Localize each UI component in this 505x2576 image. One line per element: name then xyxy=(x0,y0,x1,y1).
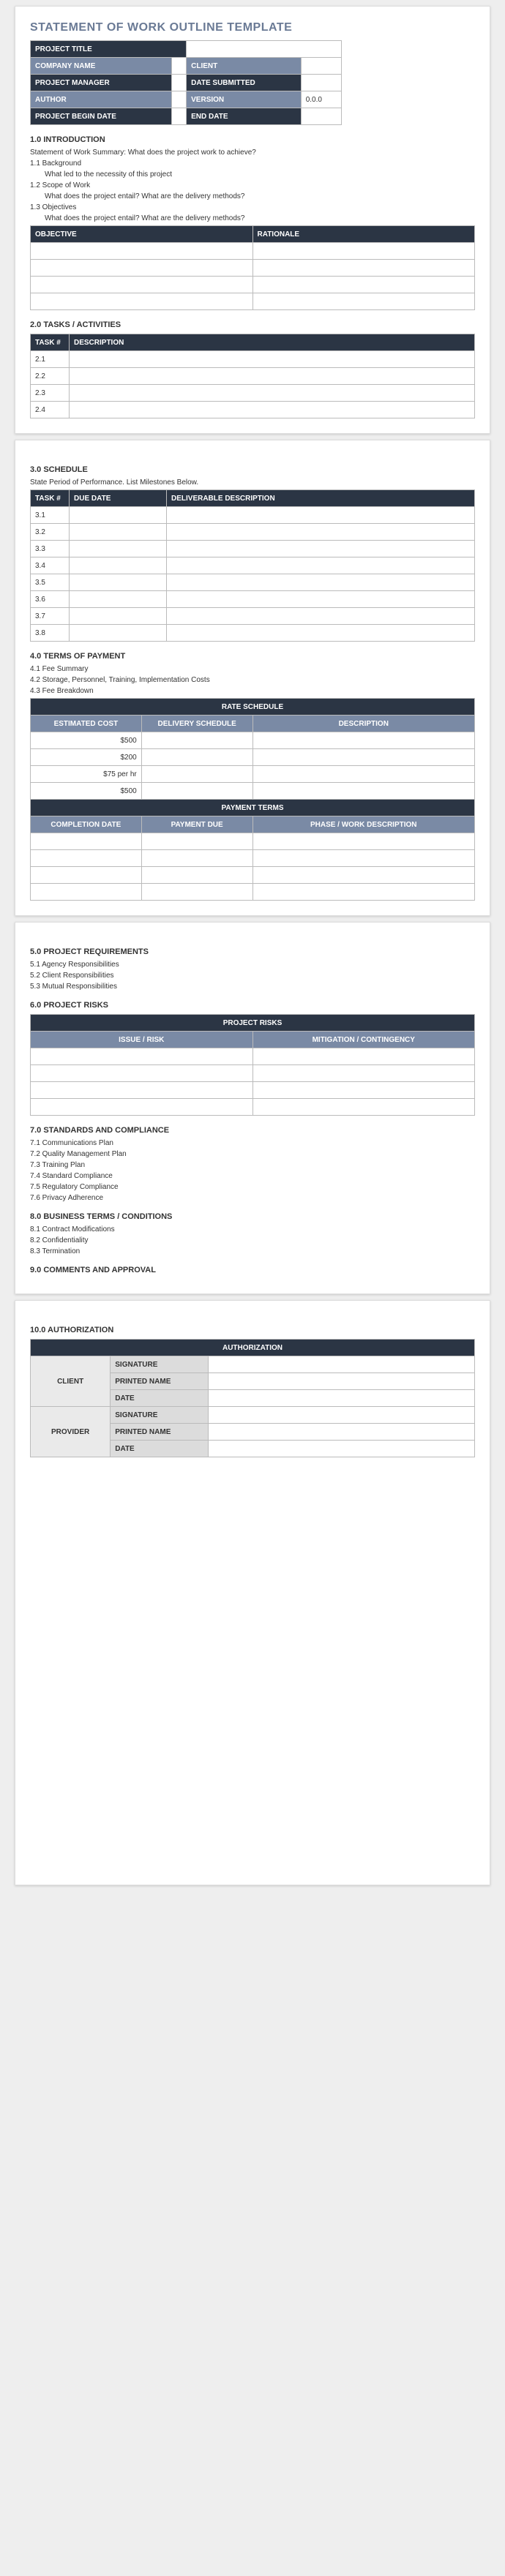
table-row: 3.3 xyxy=(31,541,70,557)
auth-sig-label: SIGNATURE xyxy=(111,1356,209,1373)
s4-3: 4.3 Fee Breakdown xyxy=(30,687,475,695)
task-num-header: TASK # xyxy=(31,334,70,351)
s5-1: 5.1 Agency Responsibilities xyxy=(30,961,475,969)
auth-pn-label-2: PRINTED NAME xyxy=(111,1424,209,1441)
auth-provider-label: PROVIDER xyxy=(31,1407,111,1457)
risks-band: PROJECT RISKS xyxy=(31,1015,475,1032)
deliverable-header: DELIVERABLE DESCRIPTION xyxy=(167,490,475,507)
version-value: 0.0.0 xyxy=(301,91,341,108)
table-row: 3.1 xyxy=(31,507,70,524)
s1-1: 1.1 Background xyxy=(30,159,475,168)
pm-label: PROJECT MANAGER xyxy=(31,75,172,91)
table-row: 3.5 xyxy=(31,574,70,591)
section-10-heading: 10.0 AUTHORIZATION xyxy=(30,1326,475,1334)
table-row: 3.8 xyxy=(31,625,70,642)
section-3-heading: 3.0 SCHEDULE xyxy=(30,465,475,474)
auth-date-label: DATE xyxy=(111,1390,209,1407)
page-1: STATEMENT OF WORK OUTLINE TEMPLATE PROJE… xyxy=(15,6,490,434)
end-date-label: END DATE xyxy=(187,108,302,125)
table-row: 2.3 xyxy=(31,385,70,402)
auth-sig-label-2: SIGNATURE xyxy=(111,1407,209,1424)
s1-2: 1.2 Scope of Work xyxy=(30,181,475,189)
s1-2-text: What does the project entail? What are t… xyxy=(45,192,475,200)
schedule-table: TASK #DUE DATEDELIVERABLE DESCRIPTION 3.… xyxy=(30,489,475,642)
authorization-table: AUTHORIZATION CLIENTSIGNATURE PRINTED NA… xyxy=(30,1339,475,1457)
s8-1: 8.1 Contract Modifications xyxy=(30,1225,475,1233)
auth-band: AUTHORIZATION xyxy=(31,1340,475,1356)
s7-1: 7.1 Communications Plan xyxy=(30,1139,475,1147)
page-3: 5.0 PROJECT REQUIREMENTS 5.1 Agency Resp… xyxy=(15,922,490,1294)
payment-due-header: PAYMENT DUE xyxy=(141,816,252,833)
rate-schedule-table: RATE SCHEDULE ESTIMATED COSTDELIVERY SCH… xyxy=(30,698,475,800)
s4-1: 4.1 Fee Summary xyxy=(30,665,475,673)
section-6-heading: 6.0 PROJECT RISKS xyxy=(30,1001,475,1010)
s7-4: 7.4 Standard Compliance xyxy=(30,1172,475,1180)
rate-schedule-band: RATE SCHEDULE xyxy=(31,699,475,716)
payment-terms-band: PAYMENT TERMS xyxy=(31,800,475,816)
s7-6: 7.6 Privacy Adherence xyxy=(30,1194,475,1202)
task-desc-header: DESCRIPTION xyxy=(70,334,475,351)
s7-5: 7.5 Regulatory Compliance xyxy=(30,1183,475,1191)
s5-3: 5.3 Mutual Responsibilities xyxy=(30,983,475,991)
risks-table: PROJECT RISKS ISSUE / RISKMITIGATION / C… xyxy=(30,1014,475,1116)
client-label: CLIENT xyxy=(187,58,302,75)
page-2: 3.0 SCHEDULE State Period of Performance… xyxy=(15,440,490,916)
s7-3: 7.3 Training Plan xyxy=(30,1161,475,1169)
project-title-label: PROJECT TITLE xyxy=(31,41,187,58)
table-row: $500 xyxy=(31,732,142,749)
section-9-heading: 9.0 COMMENTS AND APPROVAL xyxy=(30,1266,475,1274)
payment-terms-table: PAYMENT TERMS COMPLETION DATEPAYMENT DUE… xyxy=(30,799,475,901)
schedule-sub: State Period of Performance. List Milest… xyxy=(30,478,475,487)
table-row: $500 xyxy=(31,783,142,800)
due-date-header: DUE DATE xyxy=(70,490,167,507)
phase-header: PHASE / WORK DESCRIPTION xyxy=(252,816,475,833)
section-7-heading: 7.0 STANDARDS AND COMPLIANCE xyxy=(30,1126,475,1135)
table-row: 2.2 xyxy=(31,368,70,385)
table-row: 3.2 xyxy=(31,524,70,541)
s8-2: 8.2 Confidentiality xyxy=(30,1236,475,1244)
version-label: VERSION xyxy=(187,91,302,108)
s7-2: 7.2 Quality Management Plan xyxy=(30,1150,475,1158)
s4-2: 4.2 Storage, Personnel, Training, Implem… xyxy=(30,676,475,684)
s1-3: 1.3 Objectives xyxy=(30,203,475,211)
table-row: 3.7 xyxy=(31,608,70,625)
s1-3-text: What does the project entail? What are t… xyxy=(45,214,475,222)
sow-summary: Statement of Work Summary: What does the… xyxy=(30,149,475,157)
sched-task-header: TASK # xyxy=(31,490,70,507)
table-row: $200 xyxy=(31,749,142,766)
s8-3: 8.3 Termination xyxy=(30,1247,475,1255)
desc-header: DESCRIPTION xyxy=(252,716,475,732)
company-name-label: COMPANY NAME xyxy=(31,58,172,75)
section-2-heading: 2.0 TASKS / ACTIVITIES xyxy=(30,320,475,329)
section-4-heading: 4.0 TERMS OF PAYMENT xyxy=(30,652,475,661)
tasks-table: TASK #DESCRIPTION 2.1 2.2 2.3 2.4 xyxy=(30,334,475,418)
objective-header: OBJECTIVE xyxy=(31,226,253,243)
auth-date-label-2: DATE xyxy=(111,1441,209,1457)
delivery-header: DELIVERY SCHEDULE xyxy=(141,716,252,732)
project-info-table: PROJECT TITLE COMPANY NAME CLIENT PROJECT… xyxy=(30,40,342,125)
table-row: $75 per hr xyxy=(31,766,142,783)
page-4: 10.0 AUTHORIZATION AUTHORIZATION CLIENTS… xyxy=(15,1300,490,1885)
table-row: 2.1 xyxy=(31,351,70,368)
mitigation-header: MITIGATION / CONTINGENCY xyxy=(252,1032,475,1048)
completion-header: COMPLETION DATE xyxy=(31,816,142,833)
issue-header: ISSUE / RISK xyxy=(31,1032,253,1048)
table-row: 3.6 xyxy=(31,591,70,608)
author-label: AUTHOR xyxy=(31,91,172,108)
objectives-table: OBJECTIVERATIONALE xyxy=(30,225,475,310)
section-8-heading: 8.0 BUSINESS TERMS / CONDITIONS xyxy=(30,1212,475,1221)
auth-client-label: CLIENT xyxy=(31,1356,111,1407)
rationale-header: RATIONALE xyxy=(252,226,475,243)
section-1-heading: 1.0 INTRODUCTION xyxy=(30,135,475,144)
begin-date-label: PROJECT BEGIN DATE xyxy=(31,108,172,125)
table-row: 3.4 xyxy=(31,557,70,574)
date-submitted-label: DATE SUBMITTED xyxy=(187,75,302,91)
doc-title: STATEMENT OF WORK OUTLINE TEMPLATE xyxy=(30,21,475,34)
auth-pn-label: PRINTED NAME xyxy=(111,1373,209,1390)
s5-2: 5.2 Client Responsibilities xyxy=(30,972,475,980)
est-cost-header: ESTIMATED COST xyxy=(31,716,142,732)
s1-1-text: What led to the necessity of this projec… xyxy=(45,170,475,179)
table-row: 2.4 xyxy=(31,402,70,418)
section-5-heading: 5.0 PROJECT REQUIREMENTS xyxy=(30,947,475,956)
